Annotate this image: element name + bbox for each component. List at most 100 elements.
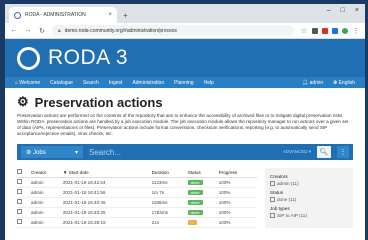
column-header-start-date[interactable]: ▼ Start date xyxy=(62,168,152,178)
facet-title: Status xyxy=(270,190,284,195)
back-arrow-icon[interactable]: ← xyxy=(10,27,18,34)
cell-status-cell: done xyxy=(187,177,219,188)
sort-arrow-icon: ▼ xyxy=(62,169,68,175)
user-name: admin xyxy=(309,79,324,86)
row-checkbox[interactable] xyxy=(17,209,22,215)
vertical-dots-icon: ⋮ xyxy=(339,149,347,156)
search-input[interactable]: Search... xyxy=(89,148,277,157)
status-badge: ... xyxy=(187,219,198,225)
jobs-table: Creator ▼ Start date Duration Status Pro… xyxy=(17,168,257,229)
table-row[interactable]: admin 2021-01-18 16:40:46 1186ms done 100% xyxy=(17,197,257,208)
advanced-label: ADVANCED xyxy=(282,149,308,154)
row-checkbox[interactable] xyxy=(17,189,22,195)
facet-option[interactable]: done (11) xyxy=(270,197,348,202)
menu-item-administration[interactable]: Administration xyxy=(132,80,164,86)
roda-favicon-icon xyxy=(14,11,21,19)
results-area: Creator ▼ Start date Duration Status Pro… xyxy=(17,168,353,229)
minimize-button[interactable]: – xyxy=(327,7,331,14)
roda-header: RODA 3 xyxy=(5,39,365,77)
extension-icon[interactable] xyxy=(322,27,328,34)
roda-logo-icon[interactable] xyxy=(17,46,40,70)
cell-creator-cell: admin xyxy=(31,187,63,198)
address-bar: ← → ↻ 🔒︎ demo.roda-community.org/#admini… xyxy=(5,23,365,39)
table-header-row: Creator ▼ Start date Duration Status Pro… xyxy=(17,168,257,178)
tab-title: RODA - ADMINISTRATION xyxy=(25,12,86,18)
column-header-creator[interactable]: Creator xyxy=(31,168,63,178)
column-header-status[interactable]: Status xyxy=(187,168,219,178)
select-all-header[interactable] xyxy=(17,168,31,178)
url-field[interactable]: 🔒︎ demo.roda-community.org/#administrati… xyxy=(52,25,294,36)
window-controls: – □ × xyxy=(327,7,359,14)
table-row[interactable]: admin 2021-01-18 16:42:24 1123ms done 100% xyxy=(17,177,257,188)
main-menu: ⌂ Welcome Catalogue Search Ingest Admini… xyxy=(5,77,365,88)
close-window-button[interactable]: × xyxy=(355,7,359,14)
star-icon[interactable]: ☆ xyxy=(300,27,308,35)
search-bar: ⚙ Jobs ▾ Search... ADVANCED ▾ 🔍︎ ⋮ xyxy=(17,144,353,160)
cell-duration-cell: 1123ms xyxy=(151,177,188,188)
extension-icon[interactable] xyxy=(312,27,318,34)
menu-item-help[interactable]: Help xyxy=(204,80,214,86)
cell-status-cell: done xyxy=(187,187,219,198)
close-tab-icon[interactable]: × xyxy=(108,12,112,18)
facet-checkbox[interactable] xyxy=(270,197,275,202)
facet-option-label: done (11) xyxy=(277,197,297,202)
menu-label: Welcome xyxy=(19,79,41,86)
facet-option-label: SIP to AIP (11) xyxy=(277,213,307,218)
tab-bar: RODA - ADMINISTRATION × + – □ × xyxy=(5,4,365,23)
facet-option[interactable]: SIP to AIP (11) xyxy=(270,213,348,218)
menu-item-search[interactable]: Search xyxy=(83,80,99,86)
table-row[interactable]: admin 2021-01-18 16:40:25 1784ms done 100% xyxy=(17,207,257,218)
cell-creator-cell: admin xyxy=(31,177,63,188)
reload-icon[interactable]: ↻ xyxy=(38,27,46,35)
maximize-button[interactable]: □ xyxy=(341,7,345,14)
cell-start-date-cell: 2021-01-18 16:40:46 xyxy=(62,197,152,208)
cell-creator-cell: admin xyxy=(31,207,63,218)
row-checkbox-cell xyxy=(17,207,31,218)
extension-icon[interactable] xyxy=(332,27,338,34)
brand-name[interactable]: RODA 3 xyxy=(48,46,128,70)
select-all-checkbox[interactable] xyxy=(17,169,22,175)
cell-duration-cell: 21s xyxy=(151,217,188,229)
advanced-search-toggle[interactable]: ADVANCED ▾ xyxy=(283,149,311,155)
row-checkbox-cell xyxy=(17,197,31,208)
column-header-duration[interactable]: Duration xyxy=(151,168,188,178)
row-checkbox-cell xyxy=(17,177,31,188)
cell-start-date-cell: 2021-01-18 16:42:24 xyxy=(62,177,152,188)
url-text: demo.roda-community.org/#administration/… xyxy=(64,27,177,34)
cell-progress-cell: 100% xyxy=(218,207,257,218)
language-label: English xyxy=(338,79,355,86)
more-options-button[interactable]: ⋮ xyxy=(337,146,349,158)
row-checkbox-cell xyxy=(17,217,31,229)
row-checkbox[interactable] xyxy=(17,199,22,205)
menu-item-planning[interactable]: Planning xyxy=(174,80,193,86)
search-scope-select[interactable]: ⚙ Jobs ▾ xyxy=(21,146,83,158)
language-menu[interactable]: 🌐︎ English xyxy=(333,80,355,86)
forward-arrow-icon[interactable]: → xyxy=(24,27,32,34)
user-menu[interactable]: 👤︎ admin xyxy=(302,80,323,86)
facet-option[interactable]: admin (11) xyxy=(270,181,348,186)
facet-checkbox[interactable] xyxy=(270,213,275,218)
cell-start-date-cell: 2021-01-18 16:39:19 xyxy=(62,217,152,229)
facet-checkbox[interactable] xyxy=(270,181,275,186)
scope-text: Jobs xyxy=(33,149,46,156)
table-row[interactable]: admin 2021-01-18 16:39:19 21s... 100% xyxy=(17,217,257,229)
menu-item-catalogue[interactable]: Catalogue xyxy=(50,80,73,86)
new-tab-button[interactable]: + xyxy=(123,11,128,20)
extension-icons: ☆ ⋮ xyxy=(300,27,360,35)
facet-title: Creators xyxy=(270,174,288,179)
table-row[interactable]: admin 2021-01-18 16:41:56 1m 7s done 100% xyxy=(17,187,257,198)
desktop-background: RODA - ADMINISTRATION × + – □ × ← → ↻ 🔒︎… xyxy=(0,0,368,240)
column-header-progress[interactable]: Progress xyxy=(218,168,257,178)
browser-tab[interactable]: RODA - ADMINISTRATION × xyxy=(9,7,117,23)
menu-item-welcome[interactable]: ⌂ Welcome xyxy=(15,80,40,86)
row-checkbox[interactable] xyxy=(17,219,22,225)
row-checkbox[interactable] xyxy=(17,179,22,185)
search-button[interactable]: 🔍︎ xyxy=(317,146,331,158)
cell-duration-cell: 1186ms xyxy=(151,197,188,208)
profile-avatar-icon[interactable] xyxy=(342,27,348,34)
page-title: Preservation actions xyxy=(34,94,163,110)
cell-progress-cell: 100% xyxy=(218,187,257,198)
menu-item-ingest[interactable]: Ingest xyxy=(109,80,123,86)
browser-menu-icon[interactable]: ⋮ xyxy=(352,27,360,35)
header-label: Start date xyxy=(68,169,89,175)
